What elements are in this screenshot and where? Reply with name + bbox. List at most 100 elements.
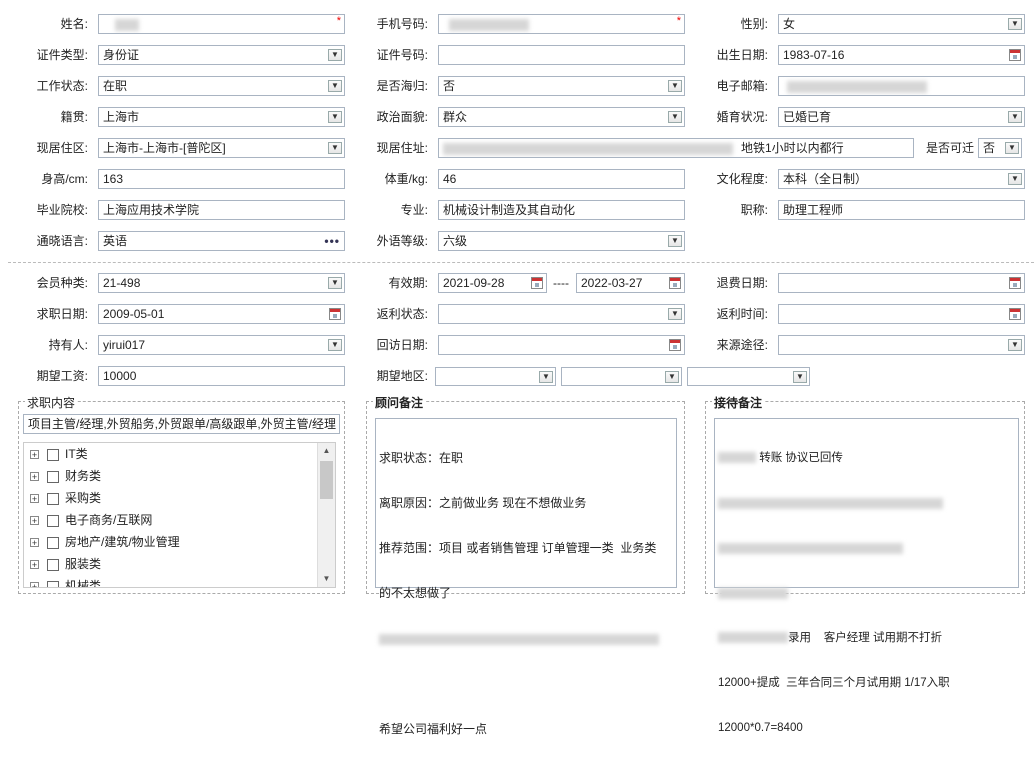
- chevron-down-icon[interactable]: ▼: [1008, 111, 1022, 123]
- redacted-line: [718, 541, 1015, 556]
- email-field[interactable]: [778, 76, 1025, 96]
- chevron-down-icon[interactable]: ▼: [1008, 18, 1022, 30]
- name-field[interactable]: *: [98, 14, 345, 34]
- chevron-down-icon[interactable]: ▼: [328, 49, 342, 61]
- tree-item[interactable]: + 机械类: [30, 577, 101, 587]
- expand-plus-icon[interactable]: +: [30, 450, 39, 460]
- chevron-down-icon[interactable]: ▼: [1005, 142, 1019, 154]
- salary-field[interactable]: 10000: [98, 366, 345, 386]
- chevron-down-icon[interactable]: ▼: [328, 111, 342, 123]
- weight-field[interactable]: 46: [438, 169, 685, 189]
- calendar-icon[interactable]: [1009, 308, 1021, 320]
- politics-value: 群众: [443, 110, 468, 124]
- language-field[interactable]: 英语 •••: [98, 231, 345, 251]
- flevel-select[interactable]: 六级 ▼: [438, 231, 685, 251]
- title-field[interactable]: 助理工程师: [778, 200, 1025, 220]
- chevron-down-icon[interactable]: ▼: [1008, 173, 1022, 185]
- tree-scrollbar[interactable]: ▲ ▼: [317, 443, 335, 587]
- overseas-select[interactable]: 否 ▼: [438, 76, 685, 96]
- residence-select[interactable]: 上海市-上海市-[普陀区] ▼: [98, 138, 345, 158]
- idtype-value: 身份证: [103, 48, 140, 62]
- calendar-icon[interactable]: [669, 339, 681, 351]
- tree-item[interactable]: + 服装类: [30, 555, 101, 573]
- scroll-up-icon[interactable]: ▲: [318, 443, 335, 459]
- relocate-value: 否: [983, 141, 996, 155]
- rebatetime-field[interactable]: [778, 304, 1025, 324]
- category-checkbox[interactable]: [47, 470, 59, 483]
- chevron-down-icon[interactable]: ▼: [793, 371, 807, 383]
- category-checkbox[interactable]: [47, 580, 59, 587]
- expand-plus-icon[interactable]: +: [30, 560, 39, 570]
- chevron-down-icon[interactable]: ▼: [668, 111, 682, 123]
- job-summary-field[interactable]: 项目主管/经理,外贸船务,外贸跟单/高级跟单,外贸主管/经理: [23, 414, 340, 434]
- expand-plus-icon[interactable]: +: [30, 494, 39, 504]
- birth-date-field[interactable]: 1983-07-16: [778, 45, 1025, 65]
- relocate-select[interactable]: 否 ▼: [978, 138, 1022, 158]
- valid-from-field[interactable]: 2021-09-28: [438, 273, 547, 293]
- chevron-down-icon[interactable]: ▼: [328, 80, 342, 92]
- scrollbar-thumb[interactable]: [320, 461, 333, 499]
- category-checkbox[interactable]: [47, 492, 59, 505]
- gender-select[interactable]: 女 ▼: [778, 14, 1025, 34]
- address-label: 现居住址:: [376, 141, 428, 155]
- chevron-down-icon[interactable]: ▼: [328, 339, 342, 351]
- expand-plus-icon[interactable]: +: [30, 516, 39, 526]
- calendar-icon[interactable]: [1009, 49, 1021, 61]
- language-label: 通晓语言:: [36, 234, 88, 248]
- category-checkbox[interactable]: [47, 558, 59, 571]
- valid-to-field[interactable]: 2022-03-27: [576, 273, 685, 293]
- tree-item[interactable]: + 采购类: [30, 489, 101, 507]
- category-checkbox[interactable]: [47, 536, 59, 549]
- chevron-down-icon[interactable]: ▼: [1008, 339, 1022, 351]
- member-type-select[interactable]: 21-498 ▼: [98, 273, 345, 293]
- expand-plus-icon[interactable]: +: [30, 472, 39, 482]
- redacted-line: [718, 586, 1015, 601]
- native-select[interactable]: 上海市 ▼: [98, 107, 345, 127]
- chevron-down-icon[interactable]: ▼: [539, 371, 553, 383]
- workstatus-select[interactable]: 在职 ▼: [98, 76, 345, 96]
- tree-item[interactable]: + 财务类: [30, 467, 101, 485]
- category-checkbox[interactable]: [47, 448, 59, 461]
- region-district-select[interactable]: ▼: [687, 367, 810, 386]
- education-select[interactable]: 本科（全日制） ▼: [778, 169, 1025, 189]
- major-field[interactable]: 机械设计制造及其自动化: [438, 200, 685, 220]
- calendar-icon[interactable]: [329, 308, 341, 320]
- refund-date-field[interactable]: [778, 273, 1025, 293]
- chevron-down-icon[interactable]: ▼: [668, 80, 682, 92]
- expand-plus-icon[interactable]: +: [30, 538, 39, 548]
- marital-select[interactable]: 已婚已育 ▼: [778, 107, 1025, 127]
- visit-date-field[interactable]: [438, 335, 685, 355]
- region-city-select[interactable]: ▼: [561, 367, 682, 386]
- school-field[interactable]: 上海应用技术学院: [98, 200, 345, 220]
- reception-notes-textarea[interactable]: 转账 协议已回传 录用 客户经理 试用期不打折 12000+提成 三年合同三个月…: [714, 418, 1019, 734]
- phone-field[interactable]: *: [438, 14, 685, 34]
- chevron-down-icon[interactable]: ▼: [668, 235, 682, 247]
- scroll-down-icon[interactable]: ▼: [318, 571, 335, 587]
- job-category-tree[interactable]: + IT类 + 财务类 + 采购类 + 电子商务/互联网 + 房地产/建筑/物业管理 + 服…: [23, 442, 336, 588]
- source-select[interactable]: ▼: [778, 335, 1025, 355]
- tree-item[interactable]: + 电子商务/互联网: [30, 511, 152, 529]
- tree-item[interactable]: + 房地产/建筑/物业管理: [30, 533, 180, 551]
- more-dots-icon[interactable]: •••: [324, 232, 340, 250]
- calendar-icon[interactable]: [531, 277, 543, 289]
- idtype-select[interactable]: 身份证 ▼: [98, 45, 345, 65]
- holder-select[interactable]: yirui017 ▼: [98, 335, 345, 355]
- politics-select[interactable]: 群众 ▼: [438, 107, 685, 127]
- height-field[interactable]: 163: [98, 169, 345, 189]
- jobdate-field[interactable]: 2009-05-01: [98, 304, 345, 324]
- expand-plus-icon[interactable]: +: [30, 582, 39, 587]
- chevron-down-icon[interactable]: ▼: [328, 142, 342, 154]
- calendar-icon[interactable]: [1009, 277, 1021, 289]
- idno-field[interactable]: [438, 45, 685, 65]
- address-field[interactable]: 地铁1小时以内都行: [438, 138, 914, 158]
- chevron-down-icon[interactable]: ▼: [328, 277, 342, 289]
- region-province-select[interactable]: ▼: [435, 367, 556, 386]
- tree-item[interactable]: + IT类: [30, 445, 88, 463]
- advisor-notes-textarea[interactable]: 求职状态：在职 离职原因：之前做业务 现在不想做业务 推荐范围：项目 或者销售管…: [375, 418, 677, 736]
- calendar-icon[interactable]: [669, 277, 681, 289]
- chevron-down-icon[interactable]: ▼: [668, 308, 682, 320]
- category-checkbox[interactable]: [47, 514, 59, 527]
- visit-label: 回访日期:: [376, 338, 428, 352]
- chevron-down-icon[interactable]: ▼: [665, 371, 679, 383]
- rebate-select[interactable]: ▼: [438, 304, 685, 324]
